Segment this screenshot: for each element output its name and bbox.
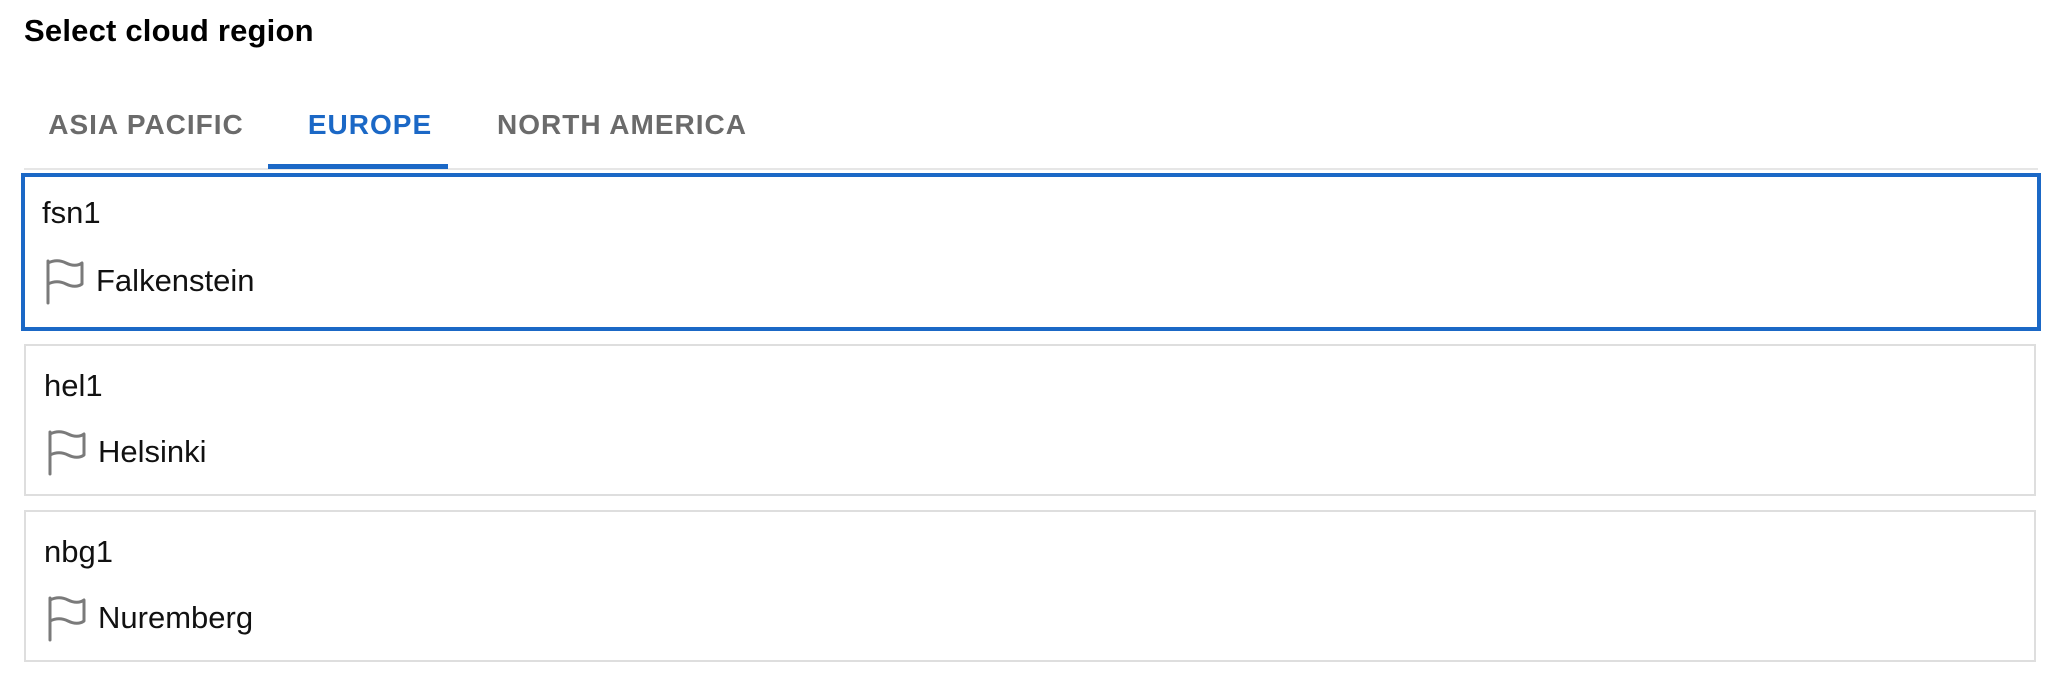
region-selector: Select cloud region ASIA PACIFIC EUROPE … [0,0,2060,692]
location-name: Helsinki [98,434,207,469]
location-name: Nuremberg [98,600,254,635]
active-tab-indicator [268,164,448,169]
region-card-fsn1[interactable]: fsn1 Falkenstein [21,173,2041,331]
region-code: fsn1 [42,195,101,230]
tab-europe[interactable]: EUROPE [268,82,472,168]
tab-north-america[interactable]: NORTH AMERICA [472,82,772,168]
region-card-hel1[interactable]: hel1 Helsinki [24,344,2036,496]
page-title: Select cloud region [24,13,314,48]
flag-icon [42,257,86,305]
tab-asia-pacific[interactable]: ASIA PACIFIC [24,82,268,168]
region-code: hel1 [44,368,103,403]
region-location: Nuremberg [44,594,253,642]
region-location: Falkenstein [42,257,255,305]
flag-icon [44,428,88,476]
region-code: nbg1 [44,534,113,569]
region-tabs: ASIA PACIFIC EUROPE NORTH AMERICA [24,82,2038,170]
location-name: Falkenstein [96,263,255,298]
region-card-nbg1[interactable]: nbg1 Nuremberg [24,510,2036,662]
region-location: Helsinki [44,428,207,476]
flag-icon [44,594,88,642]
